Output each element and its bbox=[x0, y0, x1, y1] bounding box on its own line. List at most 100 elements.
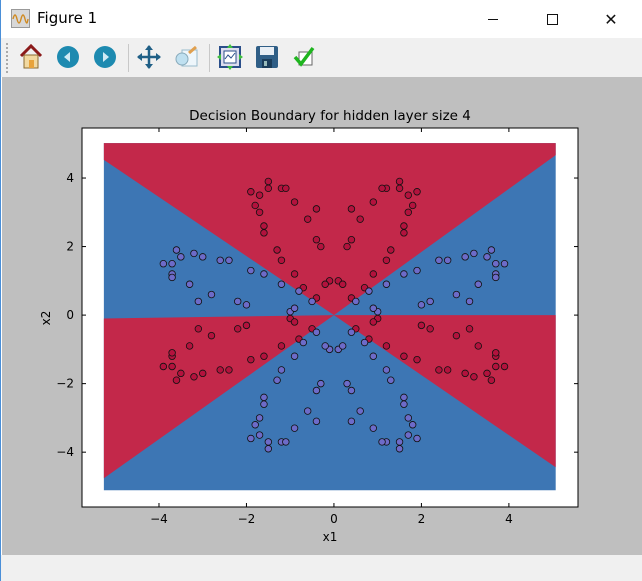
data-point-blue bbox=[168, 259, 176, 268]
data-point-blue bbox=[395, 445, 404, 453]
toolbar-separator bbox=[209, 44, 210, 72]
data-point-blue bbox=[413, 434, 421, 443]
data-point-red bbox=[395, 184, 404, 193]
data-point-red bbox=[234, 325, 242, 333]
y-tick-label: 2 bbox=[66, 240, 74, 254]
customize-icon bbox=[293, 46, 315, 67]
x-axis-label: x1 bbox=[323, 530, 338, 544]
data-point-blue bbox=[295, 287, 303, 295]
data-point-blue bbox=[290, 304, 299, 312]
save-icon bbox=[256, 46, 278, 68]
data-point-red bbox=[273, 246, 281, 254]
chart-title: Decision Boundary for hidden layer size … bbox=[189, 108, 471, 124]
data-point-red bbox=[159, 362, 168, 371]
forward-button[interactable] bbox=[91, 43, 119, 71]
data-point-blue bbox=[312, 386, 321, 395]
data-point-blue bbox=[369, 352, 378, 360]
toolbar-grip[interactable] bbox=[6, 43, 10, 73]
data-point-blue bbox=[277, 366, 286, 374]
data-point-blue bbox=[395, 438, 404, 446]
data-point-red bbox=[290, 318, 299, 326]
data-point-red bbox=[404, 191, 412, 199]
data-point-red bbox=[303, 215, 312, 223]
data-point-blue bbox=[216, 256, 224, 264]
pan-icon bbox=[137, 45, 161, 69]
data-point-blue bbox=[343, 379, 351, 388]
data-point-red bbox=[435, 366, 443, 374]
x-tick-label: 0 bbox=[330, 512, 338, 526]
data-point-blue bbox=[312, 328, 321, 336]
data-point-red bbox=[378, 184, 386, 193]
data-point-red bbox=[312, 236, 321, 244]
data-point-blue bbox=[413, 266, 421, 275]
data-point-red bbox=[264, 184, 273, 193]
data-point-red bbox=[168, 362, 176, 371]
data-point-red bbox=[260, 229, 268, 237]
close-button[interactable]: ✕ bbox=[588, 0, 634, 38]
data-point-red bbox=[443, 366, 452, 374]
data-point-red bbox=[312, 205, 321, 213]
data-point-blue bbox=[273, 376, 281, 384]
data-point-red bbox=[492, 349, 500, 357]
zoom-button[interactable] bbox=[172, 43, 200, 71]
data-point-red bbox=[413, 188, 421, 196]
navigation-toolbar bbox=[1, 38, 642, 77]
data-point-blue bbox=[264, 438, 273, 446]
data-point-red bbox=[338, 280, 347, 288]
data-point-blue bbox=[260, 400, 268, 408]
data-point-red bbox=[369, 198, 378, 206]
home-button[interactable] bbox=[17, 43, 45, 71]
data-point-blue bbox=[255, 414, 264, 422]
data-point-red bbox=[369, 318, 378, 326]
data-point-blue bbox=[382, 280, 391, 288]
data-point-red bbox=[242, 321, 251, 330]
save-button[interactable] bbox=[253, 43, 281, 71]
data-point-red bbox=[413, 355, 421, 364]
data-point-red bbox=[465, 325, 474, 333]
data-point-blue bbox=[247, 266, 255, 275]
data-point-red bbox=[400, 352, 408, 360]
data-point-blue bbox=[400, 400, 408, 408]
pan-button[interactable] bbox=[135, 43, 163, 71]
data-point-blue bbox=[352, 297, 360, 306]
x-tick-label: −4 bbox=[150, 512, 168, 526]
data-point-blue bbox=[317, 379, 325, 388]
maximize-button[interactable] bbox=[529, 0, 575, 38]
data-point-blue bbox=[185, 280, 194, 288]
data-point-red bbox=[177, 369, 185, 378]
data-point-blue bbox=[452, 290, 461, 299]
customize-button[interactable] bbox=[290, 43, 318, 71]
data-point-blue bbox=[260, 393, 268, 402]
data-point-blue bbox=[347, 386, 356, 395]
subplots-icon bbox=[217, 44, 243, 70]
data-point-red bbox=[492, 362, 500, 371]
data-point-blue bbox=[465, 297, 474, 306]
data-point-blue bbox=[400, 270, 408, 278]
toolbar-separator bbox=[128, 44, 129, 72]
data-point-red bbox=[347, 205, 356, 213]
data-point-red bbox=[395, 177, 404, 186]
data-point-blue bbox=[247, 434, 255, 443]
data-point-red bbox=[190, 373, 198, 381]
home-icon bbox=[19, 44, 43, 69]
data-point-blue bbox=[492, 273, 500, 282]
minimize-button[interactable] bbox=[470, 0, 516, 38]
data-point-red bbox=[185, 342, 194, 350]
figure-canvas[interactable]: −4 −2 0 2 4 −4 −2 0 2 4 Decision Boundary for hid… bbox=[2, 77, 642, 555]
data-point-blue bbox=[417, 301, 426, 309]
decision-regions bbox=[103, 143, 556, 491]
back-button[interactable] bbox=[54, 43, 82, 71]
data-point-blue bbox=[474, 280, 482, 288]
data-point-red bbox=[356, 215, 364, 223]
data-point-red bbox=[247, 355, 255, 364]
window-title: Figure 1 bbox=[37, 9, 98, 27]
x-tick-label: 2 bbox=[418, 512, 426, 526]
data-point-red bbox=[172, 376, 181, 384]
subplots-button[interactable] bbox=[216, 43, 244, 71]
decision-boundary-chart: −4 −2 0 2 4 −4 −2 0 2 4 Decision Boundary for hid… bbox=[39, 108, 579, 544]
data-point-blue bbox=[461, 253, 469, 261]
data-point-red bbox=[483, 369, 491, 378]
data-point-red bbox=[487, 376, 496, 384]
data-point-red bbox=[317, 242, 325, 251]
data-point-blue bbox=[303, 407, 312, 415]
